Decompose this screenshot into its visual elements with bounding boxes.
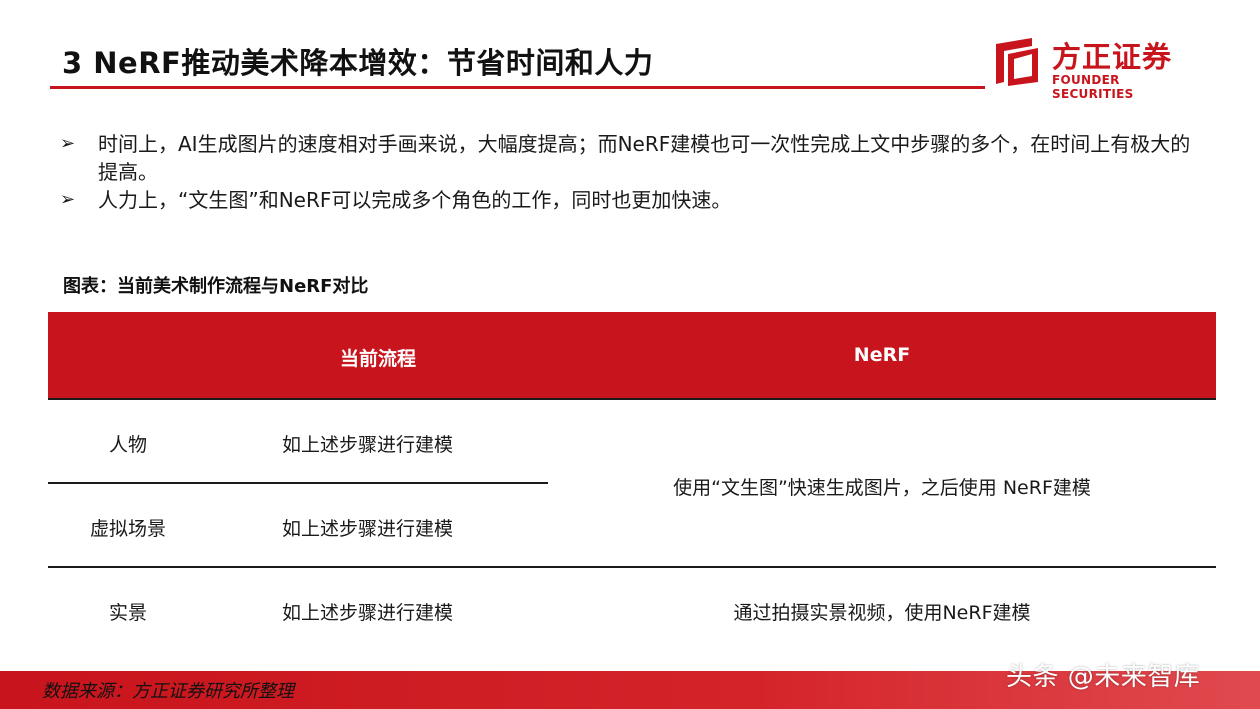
header-nerf: NeRF bbox=[853, 344, 911, 366]
arrow-bullet-icon: ➢ bbox=[60, 133, 76, 154]
nerf-cell-real-scene: 通过拍摄实景视频，使用NeRF建模 bbox=[733, 602, 1031, 624]
bullet-text: 时间上，AI生成图片的速度相对手画来说，大幅度提高；而NeRF建模也可一次性完成… bbox=[98, 132, 1191, 184]
table-header-bottom-rule bbox=[48, 398, 1216, 400]
row-current-character: 如上述步骤进行建模 bbox=[282, 434, 454, 456]
watermark-toutiao: 头条 @未来智库 bbox=[1006, 662, 1201, 692]
row-name-character: 人物 bbox=[108, 434, 147, 456]
arrow-bullet-icon: ➢ bbox=[60, 189, 76, 210]
bullet-item: ➢ 人力上，“文生图”和NeRF可以完成多个角色的工作，同时也更加快速。 bbox=[60, 186, 1210, 214]
logo-chinese-name: 方正证券 bbox=[1052, 40, 1173, 74]
data-source-note: 数据来源：方正证券研究所整理 bbox=[42, 681, 294, 702]
logo-english-name: FOUNDER SECURITIES bbox=[1052, 73, 1134, 101]
page-title: 3 NeRF推动美术降本增效：节省时间和人力 bbox=[62, 46, 654, 80]
row-divider bbox=[48, 482, 548, 484]
row-current-virtual-scene: 如上述步骤进行建模 bbox=[282, 518, 454, 540]
row-name-virtual-scene: 虚拟场景 bbox=[89, 518, 166, 540]
bullet-list: ➢ 时间上，AI生成图片的速度相对手画来说，大幅度提高；而NeRF建模也可一次性… bbox=[60, 130, 1210, 214]
bullet-item: ➢ 时间上，AI生成图片的速度相对手画来说，大幅度提高；而NeRF建模也可一次性… bbox=[60, 130, 1210, 186]
figure-title: 图表：当前美术制作流程与NeRF对比 bbox=[63, 276, 369, 297]
founder-logo: 方正证券 FOUNDER SECURITIES bbox=[990, 32, 1200, 101]
row-divider bbox=[48, 566, 1216, 568]
founder-logo-icon bbox=[996, 38, 1038, 86]
title-divider bbox=[50, 86, 985, 89]
row-current-real-scene: 如上述步骤进行建模 bbox=[282, 602, 454, 624]
row-name-real-scene: 实景 bbox=[108, 602, 147, 624]
nerf-cell-merged: 使用“文生图”快速生成图片，之后使用 NeRF建模 bbox=[673, 477, 1091, 499]
bullet-text: 人力上，“文生图”和NeRF可以完成多个角色的工作，同时也更加快速。 bbox=[98, 188, 732, 212]
table-header: 当前流程 NeRF bbox=[48, 312, 1216, 398]
